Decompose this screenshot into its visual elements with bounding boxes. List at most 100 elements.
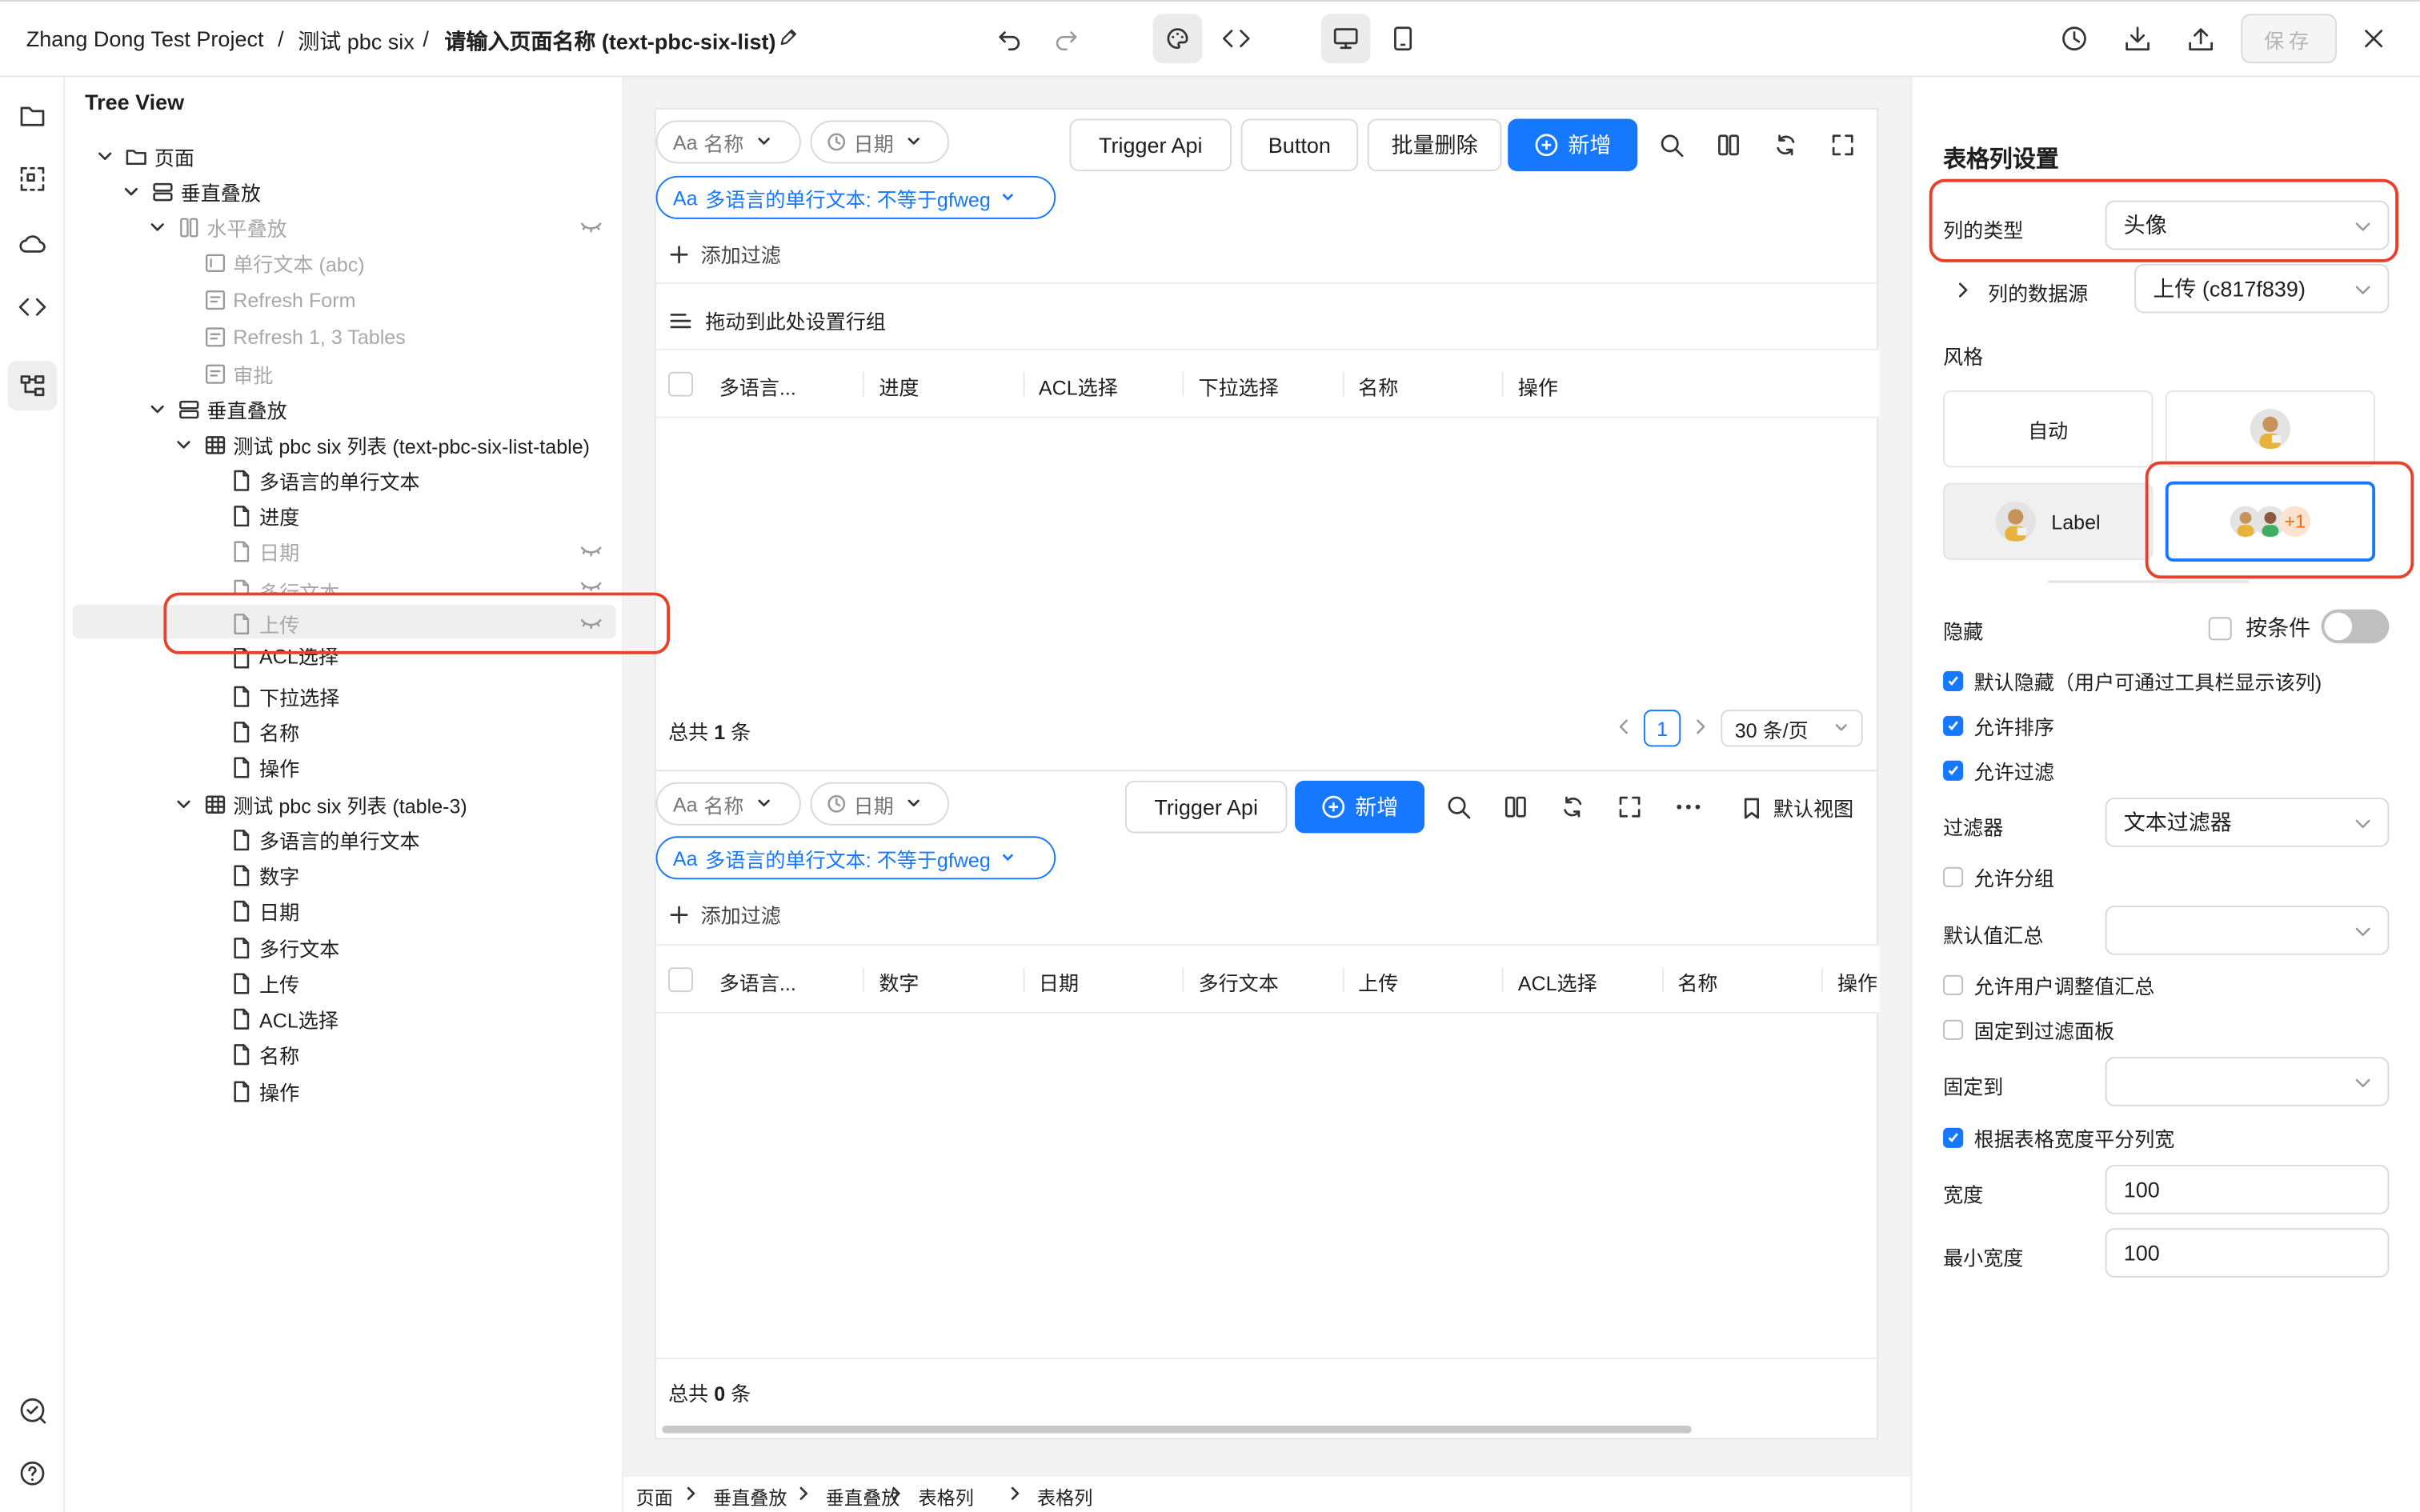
download-icon[interactable]	[2113, 14, 2162, 63]
tree-node[interactable]: 下拉选择	[228, 679, 339, 713]
pin-to-select[interactable]	[2105, 1057, 2390, 1106]
bottom-breadcrumb-item[interactable]: 表格列	[918, 1484, 973, 1510]
column-header[interactable]: 数字	[879, 967, 919, 997]
save-button[interactable]: 保存	[2241, 14, 2337, 64]
page-number[interactable]: 1	[1643, 710, 1681, 747]
allow-user-agg-checkbox[interactable]: 允许用户调整值汇总	[1943, 970, 2154, 998]
code-icon[interactable]	[1212, 14, 1261, 63]
tree-node[interactable]: 操作	[228, 1074, 299, 1107]
close-icon[interactable]	[2349, 14, 2398, 63]
chevron-right-icon[interactable]	[1955, 281, 1970, 299]
active-filter-chip[interactable]: Aa 多语言的单行文本: 不等于gfweg	[655, 836, 1056, 880]
column-header[interactable]: ACL选择	[1039, 372, 1118, 402]
allow-group-checkbox[interactable]: 允许分组	[1943, 862, 2054, 890]
select-area-icon[interactable]	[8, 154, 58, 204]
column-divider[interactable]	[1661, 967, 1664, 993]
tree-structure-icon[interactable]	[7, 361, 58, 410]
search-icon[interactable]	[1440, 788, 1476, 825]
batch-delete-button[interactable]: 批量删除	[1367, 118, 1502, 172]
add-button[interactable]: 新增	[1295, 780, 1425, 834]
default-view-button[interactable]: 默认视图	[1742, 793, 1853, 822]
tree-node[interactable]: 测试 pbc six 列表 (text-pbc-six-list-table)	[202, 427, 590, 461]
more-icon[interactable]	[1670, 788, 1707, 825]
tree-node[interactable]: 审批	[202, 356, 273, 390]
tree-node[interactable]: Refresh 1, 3 Tables	[202, 319, 406, 353]
breadcrumb-project[interactable]: Zhang Dong Test Project	[26, 26, 264, 51]
column-divider[interactable]	[1501, 967, 1504, 993]
refresh-icon[interactable]	[1767, 126, 1804, 163]
equal-width-checkbox[interactable]: 根据表格宽度平分列宽	[1943, 1123, 2174, 1151]
desktop-view-icon[interactable]	[1320, 14, 1371, 64]
add-button[interactable]: 新增	[1508, 118, 1638, 172]
tree-node[interactable]: 多语言的单行文本	[228, 463, 420, 497]
next-page-icon[interactable]	[1693, 718, 1709, 736]
style-option-auto[interactable]: 自动	[1943, 390, 2154, 468]
page-title[interactable]: 请输入页面名称 (text-pbc-six-list)	[444, 26, 775, 58]
button-button[interactable]: Button	[1240, 118, 1359, 172]
edit-pencil-icon[interactable]	[778, 28, 798, 48]
column-header[interactable]: 名称	[1358, 372, 1398, 402]
theme-palette-icon[interactable]	[1152, 14, 1203, 64]
help-icon[interactable]	[8, 1449, 58, 1498]
column-divider[interactable]	[863, 371, 864, 397]
column-header[interactable]: 操作	[1837, 967, 1877, 997]
tree-node[interactable]: 垂直叠放	[176, 392, 287, 426]
redo-icon[interactable]	[1042, 14, 1092, 63]
bottom-breadcrumb-item[interactable]: 垂直叠放	[826, 1484, 900, 1510]
by-condition-checkbox[interactable]: 按条件	[2208, 614, 2310, 642]
chevron-down-icon[interactable]	[174, 435, 193, 454]
chevron-down-icon[interactable]	[174, 794, 193, 813]
column-header[interactable]: 日期	[1039, 967, 1079, 997]
trigger-api-button[interactable]: Trigger Api	[1124, 780, 1288, 834]
filter-chip-date[interactable]: 日期	[810, 120, 950, 164]
default-agg-select[interactable]	[2105, 906, 2390, 955]
tree-node[interactable]: 日期	[228, 894, 299, 927]
bottom-breadcrumb-item[interactable]: 表格列	[1037, 1484, 1092, 1510]
column-divider[interactable]	[1341, 967, 1344, 993]
column-header[interactable]: 名称	[1677, 967, 1717, 997]
column-divider[interactable]	[1341, 371, 1344, 397]
column-divider[interactable]	[1182, 967, 1184, 993]
style-option-avatar[interactable]	[2165, 390, 2376, 468]
chevron-down-icon[interactable]	[148, 399, 166, 418]
column-header[interactable]: 进度	[879, 372, 919, 402]
tree-node[interactable]: 上传	[228, 966, 299, 999]
column-header[interactable]: ACL选择	[1518, 967, 1597, 997]
mobile-view-icon[interactable]	[1378, 14, 1428, 63]
tree-node[interactable]: 多语言的单行文本	[228, 822, 420, 856]
refresh-icon[interactable]	[1554, 788, 1591, 825]
breadcrumb-app[interactable]: 测试 pbc six	[298, 26, 415, 58]
column-header[interactable]: 上传	[1358, 967, 1398, 997]
columns-icon[interactable]	[1710, 126, 1747, 163]
add-filter-link[interactable]: 添加过滤	[670, 899, 781, 929]
column-divider[interactable]	[1821, 967, 1823, 993]
datasource-select[interactable]: 上传 (c817f839)	[2134, 263, 2390, 314]
filter-chip-name[interactable]: Aa 名称	[655, 120, 801, 164]
tree-node[interactable]: ACL选择	[228, 1002, 339, 1035]
hidden-eye-icon[interactable]	[580, 575, 602, 591]
filter-chip-name[interactable]: Aa 名称	[655, 782, 801, 826]
column-divider[interactable]	[1022, 967, 1024, 993]
hidden-eye-icon[interactable]	[580, 540, 602, 562]
tree-node[interactable]: 名称	[228, 714, 299, 748]
allow-filter-checkbox[interactable]: 允许过滤	[1943, 756, 2054, 784]
filter-chip-date[interactable]: 日期	[810, 782, 950, 826]
default-hidden-checkbox[interactable]: 默认隐藏（用户可通过工具栏显示该列)	[1943, 666, 2322, 694]
chevron-down-icon[interactable]	[148, 218, 166, 236]
tree-node[interactable]: 名称	[228, 1037, 299, 1070]
chevron-down-icon[interactable]	[96, 146, 114, 165]
min-width-input[interactable]: 100	[2105, 1228, 2390, 1278]
filter-type-select[interactable]: 文本过滤器	[2105, 798, 2390, 847]
column-divider[interactable]	[1182, 371, 1184, 397]
tree-node[interactable]: 日期	[228, 534, 299, 567]
column-header[interactable]: 下拉选择	[1199, 372, 1279, 402]
columns-icon[interactable]	[1497, 788, 1534, 825]
upload-icon[interactable]	[2176, 14, 2226, 63]
prev-page-icon[interactable]	[1616, 718, 1631, 736]
tree-node[interactable]: 垂直叠放	[150, 174, 261, 208]
hidden-eye-icon[interactable]	[580, 216, 602, 238]
column-divider[interactable]	[1501, 371, 1504, 397]
tree-node[interactable]: 页面	[123, 139, 194, 173]
tree-node[interactable]: 数字	[228, 858, 299, 891]
fullscreen-icon[interactable]	[1611, 788, 1648, 825]
